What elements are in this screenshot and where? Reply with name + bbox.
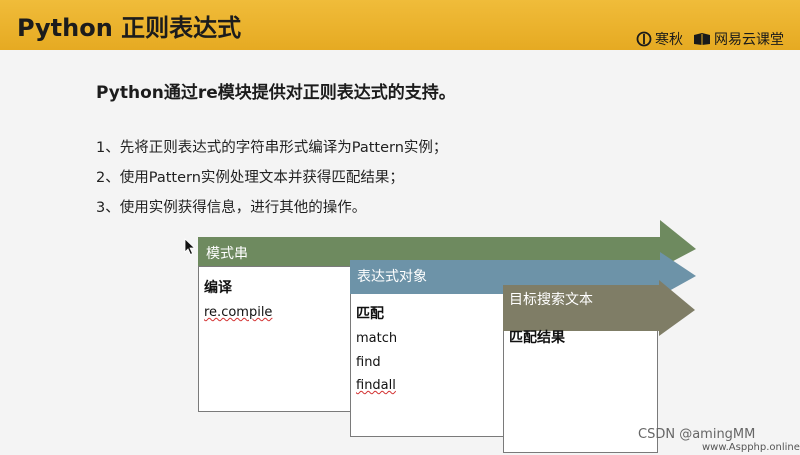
stage2-head: 匹配	[356, 306, 384, 322]
step-item: 1、先将正则表达式的字符串形式编译为Pattern实例；	[96, 140, 448, 156]
stage3-head: 匹配结果	[509, 330, 565, 346]
stage1-label: 模式串	[206, 246, 248, 262]
slide-title: Python 正则表达式	[17, 14, 242, 42]
title-bar: Python 正则表达式 寒秋 网易云课堂	[0, 0, 800, 50]
csdn-watermark: CSDN @amingMM	[638, 427, 756, 442]
hanqiu-logo-icon	[636, 31, 652, 47]
intro-heading: Python通过re模块提供对正则表达式的支持。	[96, 83, 456, 103]
brand-right-text: 网易云课堂	[714, 32, 784, 48]
step-item: 2、使用Pattern实例处理文本并获得匹配结果；	[96, 170, 404, 186]
step-list: 1、先将正则表达式的字符串形式编译为Pattern实例； 2、使用Pattern…	[96, 138, 447, 228]
brand-logos: 寒秋 网易云课堂	[636, 29, 784, 49]
stage2-label: 表达式对象	[357, 269, 427, 285]
stage2-item: find	[356, 355, 381, 370]
netease-cloud-classroom-icon	[693, 32, 711, 46]
stage3-label: 目标搜索文本	[509, 292, 593, 308]
stage2-item: match	[356, 331, 398, 346]
stage2-item: findall	[356, 378, 396, 393]
mouse-pointer-icon	[184, 238, 196, 260]
site-watermark: www.Aspphp.online	[702, 442, 800, 453]
stage1-head: 编译	[204, 280, 232, 296]
brand-left-text: 寒秋	[655, 32, 683, 48]
stage1-item: re.compile	[204, 305, 273, 320]
